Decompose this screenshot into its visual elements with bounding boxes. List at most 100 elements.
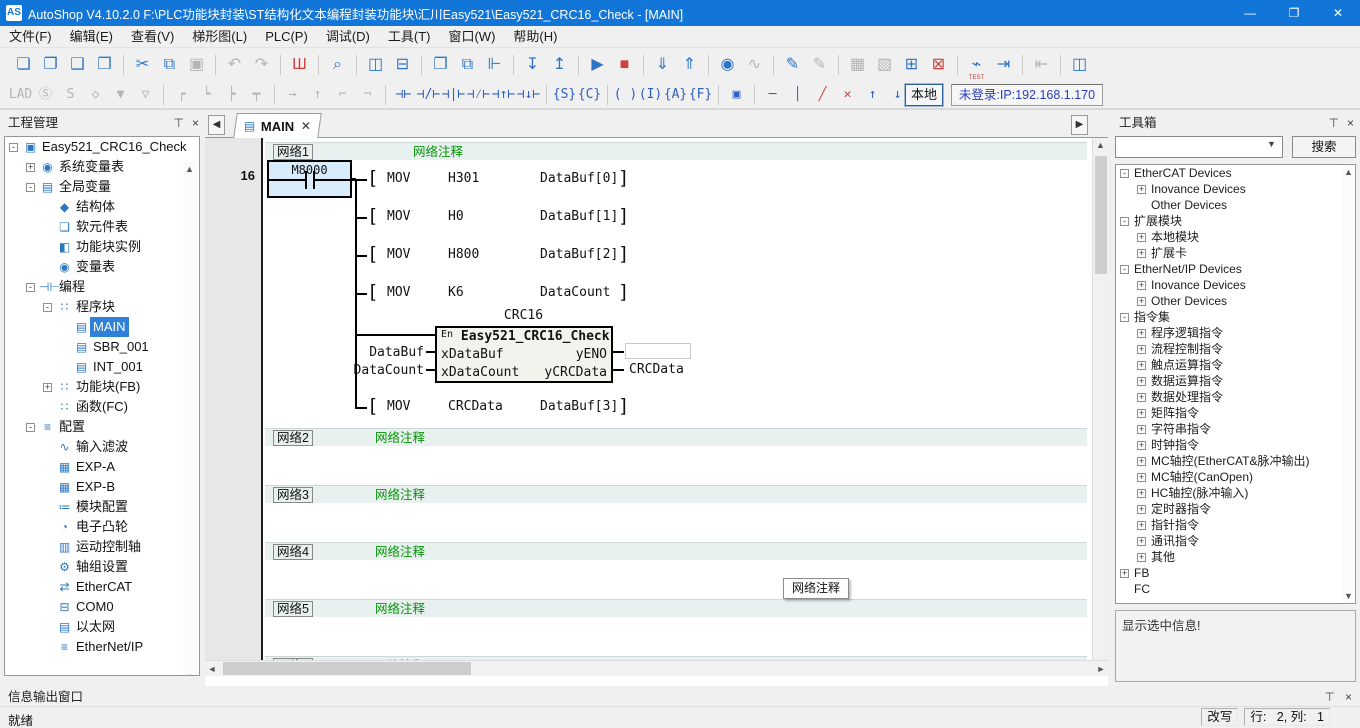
network1-header[interactable]: 网络1 网络注释 [265, 142, 1087, 160]
toolbar-button[interactable]: ⇓ [649, 52, 676, 78]
toolbox-tree-item[interactable]: +Inovance Devices [1116, 181, 1355, 197]
tree-item[interactable]: ⚙轴组设置 [5, 557, 199, 577]
ladder-canvas[interactable]: 16 网络1 网络注释 M8000 MOVH301DataBuf[0]MOVH0… [205, 138, 1092, 660]
toolbar-button[interactable]: ⧉ [454, 52, 481, 78]
contact-m8000[interactable]: M8000 [267, 160, 352, 198]
ladder-tool-button[interactable]: ▼ [108, 84, 133, 106]
expander-icon[interactable]: - [1120, 313, 1129, 322]
tree-item[interactable]: -▣Easy521_CRC16_Check [5, 137, 199, 157]
network-header[interactable]: 网络4网络注释 [265, 542, 1087, 560]
output-window-header[interactable]: 信息输出窗口 ⊤× [0, 690, 1360, 706]
toolbar-button[interactable]: ❏ [10, 52, 37, 78]
tree-item[interactable]: ❏软元件表 [5, 217, 199, 237]
toolbox-search-input[interactable] [1115, 136, 1283, 158]
network-comment[interactable]: 网络注释 [413, 145, 463, 159]
expander-icon[interactable]: - [26, 423, 35, 432]
toolbox-tree-item[interactable]: +流程控制指令 [1116, 341, 1355, 357]
menu-item[interactable]: 调试(D) [317, 26, 379, 48]
toolbar-button[interactable]: Ш [286, 52, 313, 78]
tree-item[interactable]: ∷函数(FC) [5, 397, 199, 417]
tree-item[interactable]: -▤全局变量 [5, 177, 199, 197]
toolbar-button[interactable]: ↶ [221, 52, 248, 78]
toolbar-button[interactable]: ⊠ [925, 52, 952, 78]
toolbar-button[interactable]: ◉ [714, 52, 741, 78]
toolbar-button[interactable]: ◫ [362, 52, 389, 78]
toolbox-tree-item[interactable]: -指令集 [1116, 309, 1355, 325]
toolbar-button[interactable]: ✂ [129, 52, 156, 78]
expander-icon[interactable]: - [26, 283, 35, 292]
ladder-tool-button[interactable]: LAD [8, 84, 33, 106]
toolbox-tree-item[interactable]: +触点运算指令 [1116, 357, 1355, 373]
tab-scroll-left-button[interactable]: ◀ [208, 115, 225, 135]
menu-item[interactable]: 梯形图(L) [183, 26, 256, 48]
expander-icon[interactable]: - [9, 143, 18, 152]
toolbox-tree-item[interactable]: +Inovance Devices [1116, 277, 1355, 293]
restore-button[interactable]: ❐ [1272, 0, 1316, 26]
menu-item[interactable]: 帮助(H) [504, 26, 566, 48]
network-label[interactable]: 网络3 [273, 487, 313, 503]
expander-icon[interactable]: + [26, 163, 35, 172]
expander-icon[interactable]: + [1120, 569, 1129, 578]
close-panel-icon[interactable]: × [1345, 690, 1352, 705]
toolbox-tree-item[interactable]: +矩阵指令 [1116, 405, 1355, 421]
network-label[interactable]: 网络4 [273, 544, 313, 560]
local-button[interactable]: 本地 [905, 84, 943, 106]
expander-icon[interactable]: + [1137, 537, 1146, 546]
tree-item[interactable]: ◉变量表 [5, 257, 199, 277]
toolbox-tree-item[interactable]: -EtherNet/IP Devices [1116, 261, 1355, 277]
ladder-tool-button[interactable]: ⊣↓⊢ [516, 84, 541, 106]
eno-output-field[interactable] [625, 343, 691, 359]
ladder-tool-button[interactable]: │ [785, 84, 810, 106]
fb-output-operand[interactable]: CRCData [629, 362, 684, 377]
toolbar-button[interactable]: ⊟ [389, 52, 416, 78]
expander-icon[interactable]: + [1137, 505, 1146, 514]
tree-item[interactable]: ⊟COM0 [5, 597, 199, 617]
tree-item[interactable]: ▤INT_001 [5, 357, 199, 377]
expander-icon[interactable]: + [1137, 345, 1146, 354]
network-comment[interactable]: 网络注释 [375, 602, 425, 616]
toolbar-button[interactable]: ■ [611, 52, 638, 78]
close-panel-icon[interactable]: × [1347, 112, 1354, 134]
expander-icon[interactable]: + [1137, 553, 1146, 562]
tree-item[interactable]: ⇄EtherCAT [5, 577, 199, 597]
toolbox-tree-item[interactable]: +指针指令 [1116, 517, 1355, 533]
network-label[interactable]: 网络5 [273, 601, 313, 617]
ladder-tool-button[interactable]: ╱ [810, 84, 835, 106]
toolbox-tree-item[interactable]: +字符串指令 [1116, 421, 1355, 437]
toolbar-button[interactable]: ⧉ [156, 52, 183, 78]
expander-icon[interactable]: - [43, 303, 52, 312]
tree-item[interactable]: +∷功能块(FB) [5, 377, 199, 397]
fb-input-operand[interactable]: DataCount [346, 363, 424, 378]
expander-icon[interactable]: + [1137, 281, 1146, 290]
editor-vscrollbar[interactable]: ▲ [1092, 138, 1108, 660]
expander-icon[interactable]: + [1137, 361, 1146, 370]
toolbox-tree-item[interactable]: +程序逻辑指令 [1116, 325, 1355, 341]
tree-item[interactable]: ◆结构体 [5, 197, 199, 217]
toolbar-button[interactable]: ◫ [1066, 52, 1093, 78]
network-header[interactable]: 网络3网络注释 [265, 485, 1087, 503]
scrollbar-thumb[interactable] [1095, 156, 1107, 274]
network-comment[interactable]: 网络注释 [375, 431, 425, 445]
expander-icon[interactable]: - [1120, 217, 1129, 226]
toolbox-tree-item[interactable]: +FB [1116, 565, 1355, 581]
editor-hscrollbar[interactable]: ◄ ► [205, 660, 1108, 676]
tree-item[interactable]: -∷程序块 [5, 297, 199, 317]
expander-icon[interactable]: + [1137, 425, 1146, 434]
ladder-tool-button[interactable]: ▽ [133, 84, 158, 106]
expander-icon[interactable]: + [1137, 489, 1146, 498]
toolbar-button[interactable]: ∿ [741, 52, 768, 78]
ladder-tool-button[interactable]: S [58, 84, 83, 106]
toolbar-button[interactable]: ▦ [844, 52, 871, 78]
toolbox-tree-item[interactable]: +定时器指令 [1116, 501, 1355, 517]
expander-icon[interactable]: + [1137, 457, 1146, 466]
tab-main[interactable]: ▤ MAIN ✕ [233, 113, 321, 138]
tree-item[interactable]: ≔模块配置 [5, 497, 199, 517]
ladder-tool-button[interactable]: ⌐ [330, 84, 355, 106]
menu-item[interactable]: PLC(P) [256, 26, 317, 48]
ladder-tool-button[interactable]: ↑ [860, 84, 885, 106]
expander-icon[interactable]: + [1137, 521, 1146, 530]
ladder-tool-button[interactable]: ( ) [613, 84, 638, 106]
fb-input-operand[interactable]: DataBuf [354, 345, 424, 360]
tree-item[interactable]: ▥运动控制轴 [5, 537, 199, 557]
expander-icon[interactable]: - [26, 183, 35, 192]
